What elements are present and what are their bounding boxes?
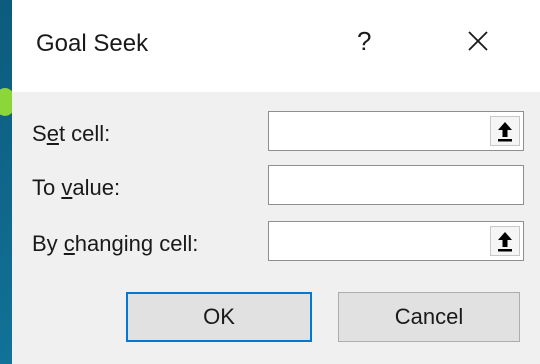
to-value-field bbox=[268, 165, 524, 205]
by-changing-cell-label: By changing cell: bbox=[32, 231, 199, 256]
set-cell-field bbox=[268, 111, 524, 151]
to-value-label: To value: bbox=[32, 175, 121, 200]
collapse-dialog-arrow-icon[interactable] bbox=[490, 226, 520, 256]
by-changing-cell-field bbox=[268, 221, 524, 261]
cancel-button[interactable]: Cancel bbox=[338, 292, 520, 342]
by-changing-cell-input[interactable] bbox=[269, 222, 479, 260]
to-value-input[interactable] bbox=[269, 166, 523, 204]
goal-seek-dialog: Goal Seek ? Set cell: To value: By chang… bbox=[12, 0, 540, 364]
dialog-title: Goal Seek bbox=[36, 30, 149, 57]
title-bar: Goal Seek ? bbox=[12, 0, 540, 92]
collapse-dialog-arrow-icon[interactable] bbox=[490, 116, 520, 146]
set-cell-label: Set cell: bbox=[32, 121, 111, 146]
set-cell-input[interactable] bbox=[269, 112, 479, 150]
help-button[interactable]: ? bbox=[357, 26, 371, 57]
close-icon[interactable] bbox=[465, 28, 491, 54]
ok-button[interactable]: OK bbox=[126, 292, 312, 342]
